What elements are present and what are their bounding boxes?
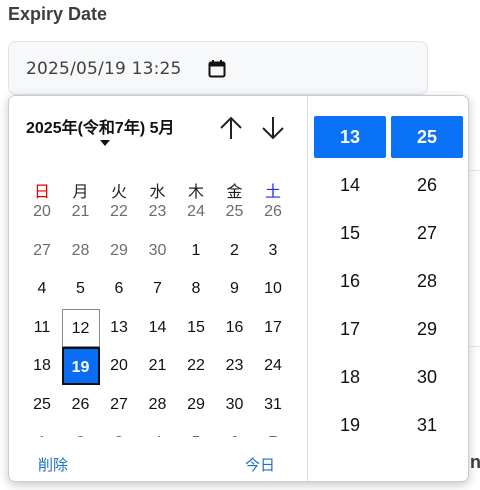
day-cell[interactable]: 27 bbox=[100, 386, 138, 424]
arrow-down-icon[interactable] bbox=[261, 114, 285, 142]
today-button[interactable]: 今日 bbox=[245, 454, 275, 475]
day-cell[interactable]: 22 bbox=[177, 347, 215, 385]
day-cell[interactable]: 2 bbox=[62, 424, 100, 437]
day-cell[interactable]: 22 bbox=[100, 200, 138, 231]
day-cell[interactable]: 31 bbox=[254, 386, 292, 424]
day-cell[interactable]: 25 bbox=[23, 386, 61, 424]
calendar-icon[interactable] bbox=[207, 59, 227, 79]
day-cell[interactable]: 3 bbox=[254, 232, 292, 270]
day-cell[interactable]: 9 bbox=[216, 270, 254, 308]
picker-divider bbox=[307, 96, 308, 481]
day-cell[interactable]: 10 bbox=[254, 270, 292, 308]
weekday-label: 土 bbox=[264, 184, 281, 201]
hour-option[interactable]: 17 bbox=[314, 308, 386, 350]
day-cell[interactable]: 1 bbox=[23, 424, 61, 437]
day-cell[interactable]: 23 bbox=[216, 347, 254, 385]
day-cell[interactable]: 2 bbox=[216, 232, 254, 270]
hour-option[interactable]: 19 bbox=[314, 404, 386, 446]
day-grid: 20 21 22 23 24 25 26 27 28 29 30 1 2 3 4 5 6 7 8 9 10 11 12 13 1… bbox=[9, 200, 307, 437]
day-cell[interactable]: 5 bbox=[177, 424, 215, 437]
day-cell[interactable]: 23 bbox=[139, 200, 177, 231]
day-cell[interactable]: 21 bbox=[139, 347, 177, 385]
datetime-input-value: 2025/05/19 13:25 bbox=[26, 59, 182, 79]
day-cell[interactable]: 16 bbox=[216, 309, 254, 347]
hour-option[interactable]: 14 bbox=[314, 164, 386, 206]
day-cell[interactable]: 24 bbox=[177, 200, 215, 231]
day-cell[interactable]: 7 bbox=[139, 270, 177, 308]
field-label: Expiry Date bbox=[8, 4, 108, 24]
weekday-label: 日 bbox=[33, 184, 50, 201]
day-cell[interactable]: 3 bbox=[100, 424, 138, 437]
weekday-label: 木 bbox=[187, 184, 204, 201]
weekday-label: 水 bbox=[149, 184, 166, 201]
day-cell[interactable]: 28 bbox=[139, 386, 177, 424]
minute-option[interactable]: 27 bbox=[391, 212, 463, 254]
weekday-label: 火 bbox=[110, 184, 127, 201]
day-cell[interactable]: 25 bbox=[216, 200, 254, 231]
day-cell[interactable]: 7 bbox=[254, 424, 292, 437]
day-cell[interactable]: 15 bbox=[177, 309, 215, 347]
hour-option[interactable]: 13 bbox=[314, 116, 386, 158]
day-cell[interactable]: 8 bbox=[177, 270, 215, 308]
weekday-label: 月 bbox=[72, 184, 89, 201]
day-cell[interactable]: 20 bbox=[100, 347, 138, 385]
background-divider bbox=[470, 170, 480, 171]
month-dropdown-caret-icon[interactable] bbox=[100, 140, 110, 146]
day-cell[interactable]: 26 bbox=[254, 200, 292, 231]
day-cell[interactable]: 28 bbox=[62, 232, 100, 270]
background-text-fragment: n bbox=[470, 452, 480, 472]
month-title: 2025年(令和7年) 5月 bbox=[26, 120, 175, 137]
arrow-up-icon[interactable] bbox=[219, 114, 243, 142]
day-cell[interactable]: 26 bbox=[62, 386, 100, 424]
day-cell[interactable]: 30 bbox=[216, 386, 254, 424]
day-cell[interactable]: 4 bbox=[23, 270, 61, 308]
day-cell-today[interactable]: 12 bbox=[61, 308, 100, 347]
datetime-input[interactable]: 2025/05/19 13:25 bbox=[8, 41, 428, 95]
day-cell[interactable]: 29 bbox=[177, 386, 215, 424]
weekday-header: 日月火水木金土 bbox=[23, 178, 291, 201]
day-cell[interactable]: 27 bbox=[23, 232, 61, 270]
day-cell[interactable]: 5 bbox=[62, 270, 100, 308]
minute-option[interactable]: 31 bbox=[391, 404, 463, 446]
day-cell[interactable]: 17 bbox=[254, 309, 292, 347]
day-cell[interactable]: 14 bbox=[139, 309, 177, 347]
weekday-label: 金 bbox=[226, 184, 243, 201]
minute-option[interactable]: 25 bbox=[391, 116, 463, 158]
day-cell[interactable]: 13 bbox=[100, 309, 138, 347]
day-cell[interactable]: 20 bbox=[23, 200, 61, 231]
day-cell[interactable]: 30 bbox=[139, 232, 177, 270]
hour-option[interactable]: 18 bbox=[314, 356, 386, 398]
background-divider bbox=[470, 346, 480, 347]
hour-option[interactable]: 16 bbox=[314, 260, 386, 302]
minute-option[interactable]: 26 bbox=[391, 164, 463, 206]
clear-button[interactable]: 削除 bbox=[38, 454, 68, 475]
minute-option[interactable]: 29 bbox=[391, 308, 463, 350]
hour-option[interactable]: 15 bbox=[314, 212, 386, 254]
minute-option[interactable]: 30 bbox=[391, 356, 463, 398]
day-cell[interactable]: 6 bbox=[216, 424, 254, 437]
day-cell[interactable]: 21 bbox=[62, 200, 100, 231]
date-time-picker-popup: 2025年(令和7年) 5月 日月火水木金土 20 21 22 23 24 25 26 27 2… bbox=[8, 95, 469, 482]
day-cell[interactable]: 24 bbox=[254, 347, 292, 385]
day-cell[interactable]: 29 bbox=[100, 232, 138, 270]
day-cell-selected[interactable]: 19 bbox=[61, 347, 100, 385]
day-cell[interactable]: 11 bbox=[23, 309, 61, 347]
day-cell[interactable]: 18 bbox=[23, 347, 61, 385]
day-cell[interactable]: 6 bbox=[100, 270, 138, 308]
day-cell[interactable]: 1 bbox=[177, 232, 215, 270]
day-cell[interactable]: 4 bbox=[139, 424, 177, 437]
minute-option[interactable]: 28 bbox=[391, 260, 463, 302]
